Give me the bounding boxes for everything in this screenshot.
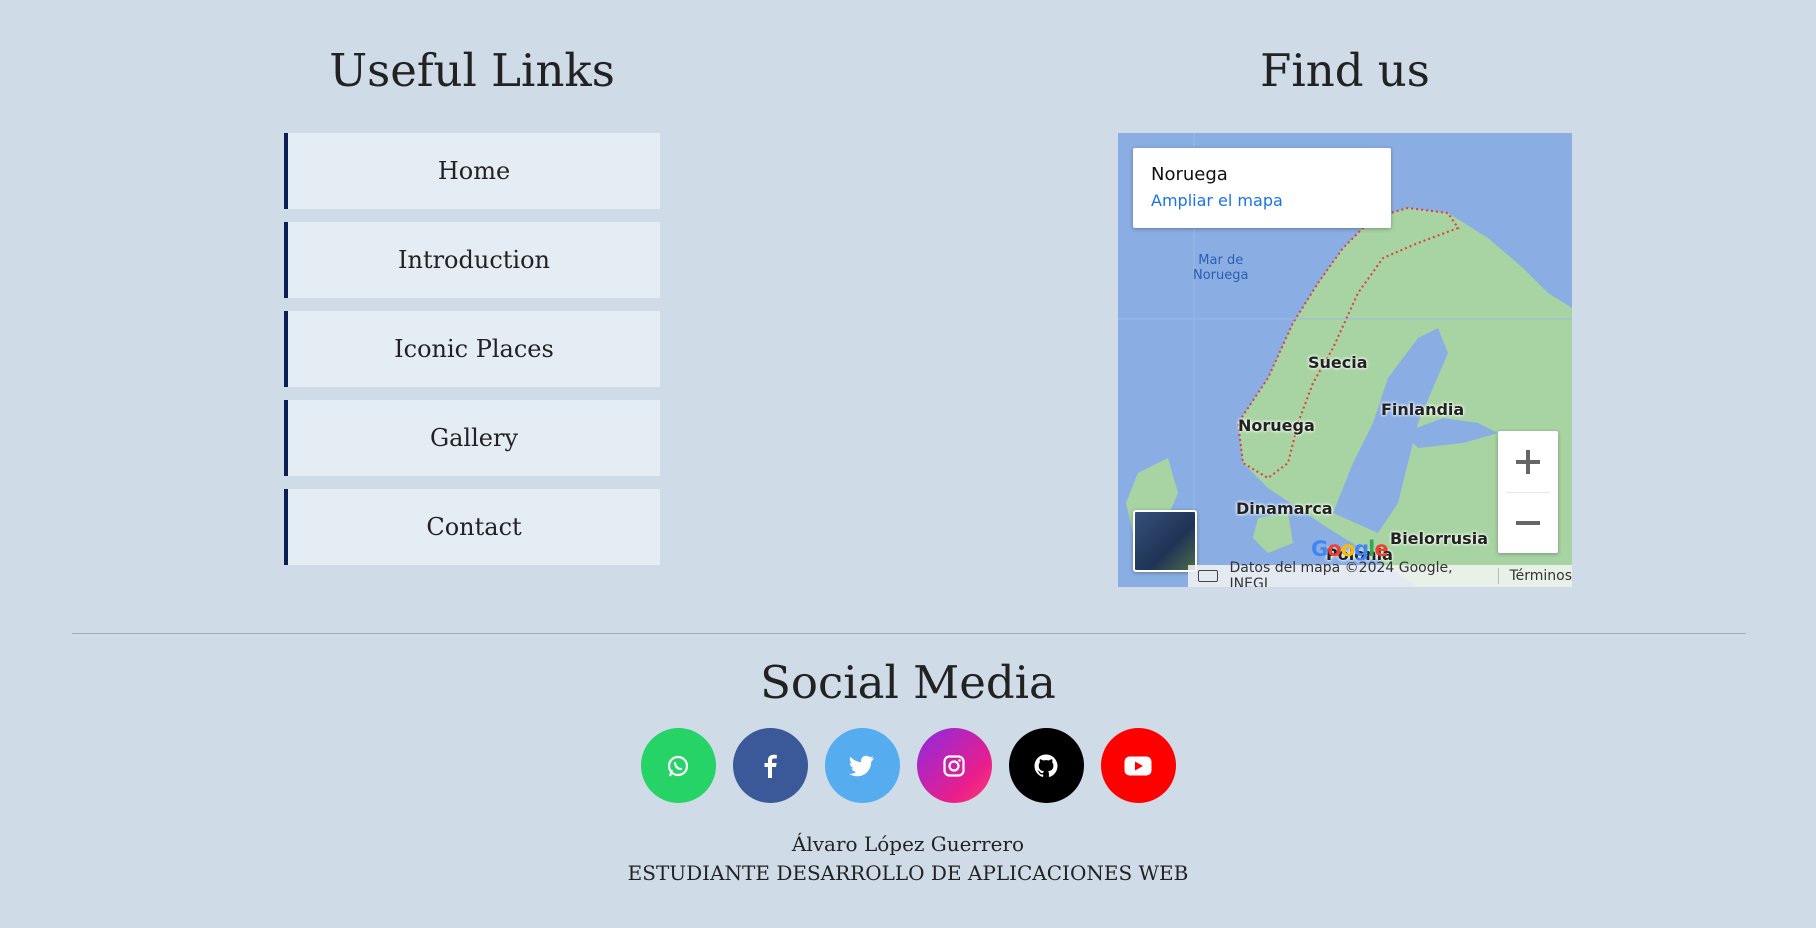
link-introduction[interactable]: Introduction [284, 222, 660, 298]
google-logo: Google [1311, 537, 1389, 561]
social-media-row [0, 728, 1816, 803]
whatsapp-icon [667, 755, 689, 776]
useful-links-title: Useful Links [329, 44, 615, 97]
map-label-denmark: Dinamarca [1236, 499, 1333, 518]
facebook-icon [764, 754, 777, 778]
youtube-button[interactable] [1100, 728, 1176, 803]
find-us-title: Find us [1260, 44, 1430, 97]
youtube-icon [1124, 756, 1152, 775]
twitter-button[interactable] [824, 728, 900, 803]
whatsapp-button[interactable] [640, 728, 716, 803]
instagram-icon [943, 754, 965, 777]
zoom-out-button[interactable] [1498, 492, 1558, 553]
facebook-button[interactable] [732, 728, 808, 803]
link-gallery[interactable]: Gallery [284, 400, 660, 476]
link-iconic-places[interactable]: Iconic Places [284, 311, 660, 387]
github-icon [1034, 754, 1058, 777]
embedded-map[interactable]: Noruega Ampliar el mapa Mar de Noruega Su… [1118, 133, 1572, 587]
zoom-controls [1498, 431, 1558, 553]
map-terms-link[interactable]: Términos [1509, 568, 1572, 584]
useful-links-nav: Home Introduction Iconic Places Gallery … [284, 133, 660, 578]
author-role: ESTUDIANTE DESARROLLO DE APLICACIONES WE… [627, 861, 1189, 885]
place-title: Noruega [1151, 164, 1228, 185]
footer-separator [1498, 568, 1500, 584]
instagram-button[interactable] [916, 728, 992, 803]
social-media-title: Social Media [760, 656, 1056, 709]
map-label-sea: Mar de Noruega [1193, 253, 1249, 283]
map-footer: Datos del mapa ©2024 Google, INEGI Térmi… [1188, 560, 1572, 587]
github-button[interactable] [1008, 728, 1084, 803]
map-attribution: Datos del mapa ©2024 Google, INEGI [1229, 560, 1453, 587]
map-place-card: Noruega Ampliar el mapa [1133, 148, 1391, 228]
map-label-finland: Finlandia [1381, 400, 1465, 419]
satellite-layer-toggle[interactable] [1133, 510, 1197, 572]
twitter-icon [849, 755, 874, 776]
author-name: Álvaro López Guerrero [791, 832, 1025, 856]
link-home[interactable]: Home [284, 133, 660, 209]
plus-icon [1516, 449, 1540, 474]
keyboard-icon[interactable] [1198, 570, 1218, 582]
zoom-in-button[interactable] [1498, 431, 1558, 492]
section-divider [72, 633, 1746, 634]
link-contact[interactable]: Contact [284, 489, 660, 565]
zoom-separator [1506, 492, 1550, 493]
map-label-norway: Noruega [1238, 416, 1315, 435]
map-label-belarus: Bielorrusia [1390, 529, 1488, 548]
enlarge-map-link[interactable]: Ampliar el mapa [1151, 191, 1391, 210]
minus-icon [1516, 520, 1540, 525]
map-label-sweden: Suecia [1308, 353, 1368, 372]
